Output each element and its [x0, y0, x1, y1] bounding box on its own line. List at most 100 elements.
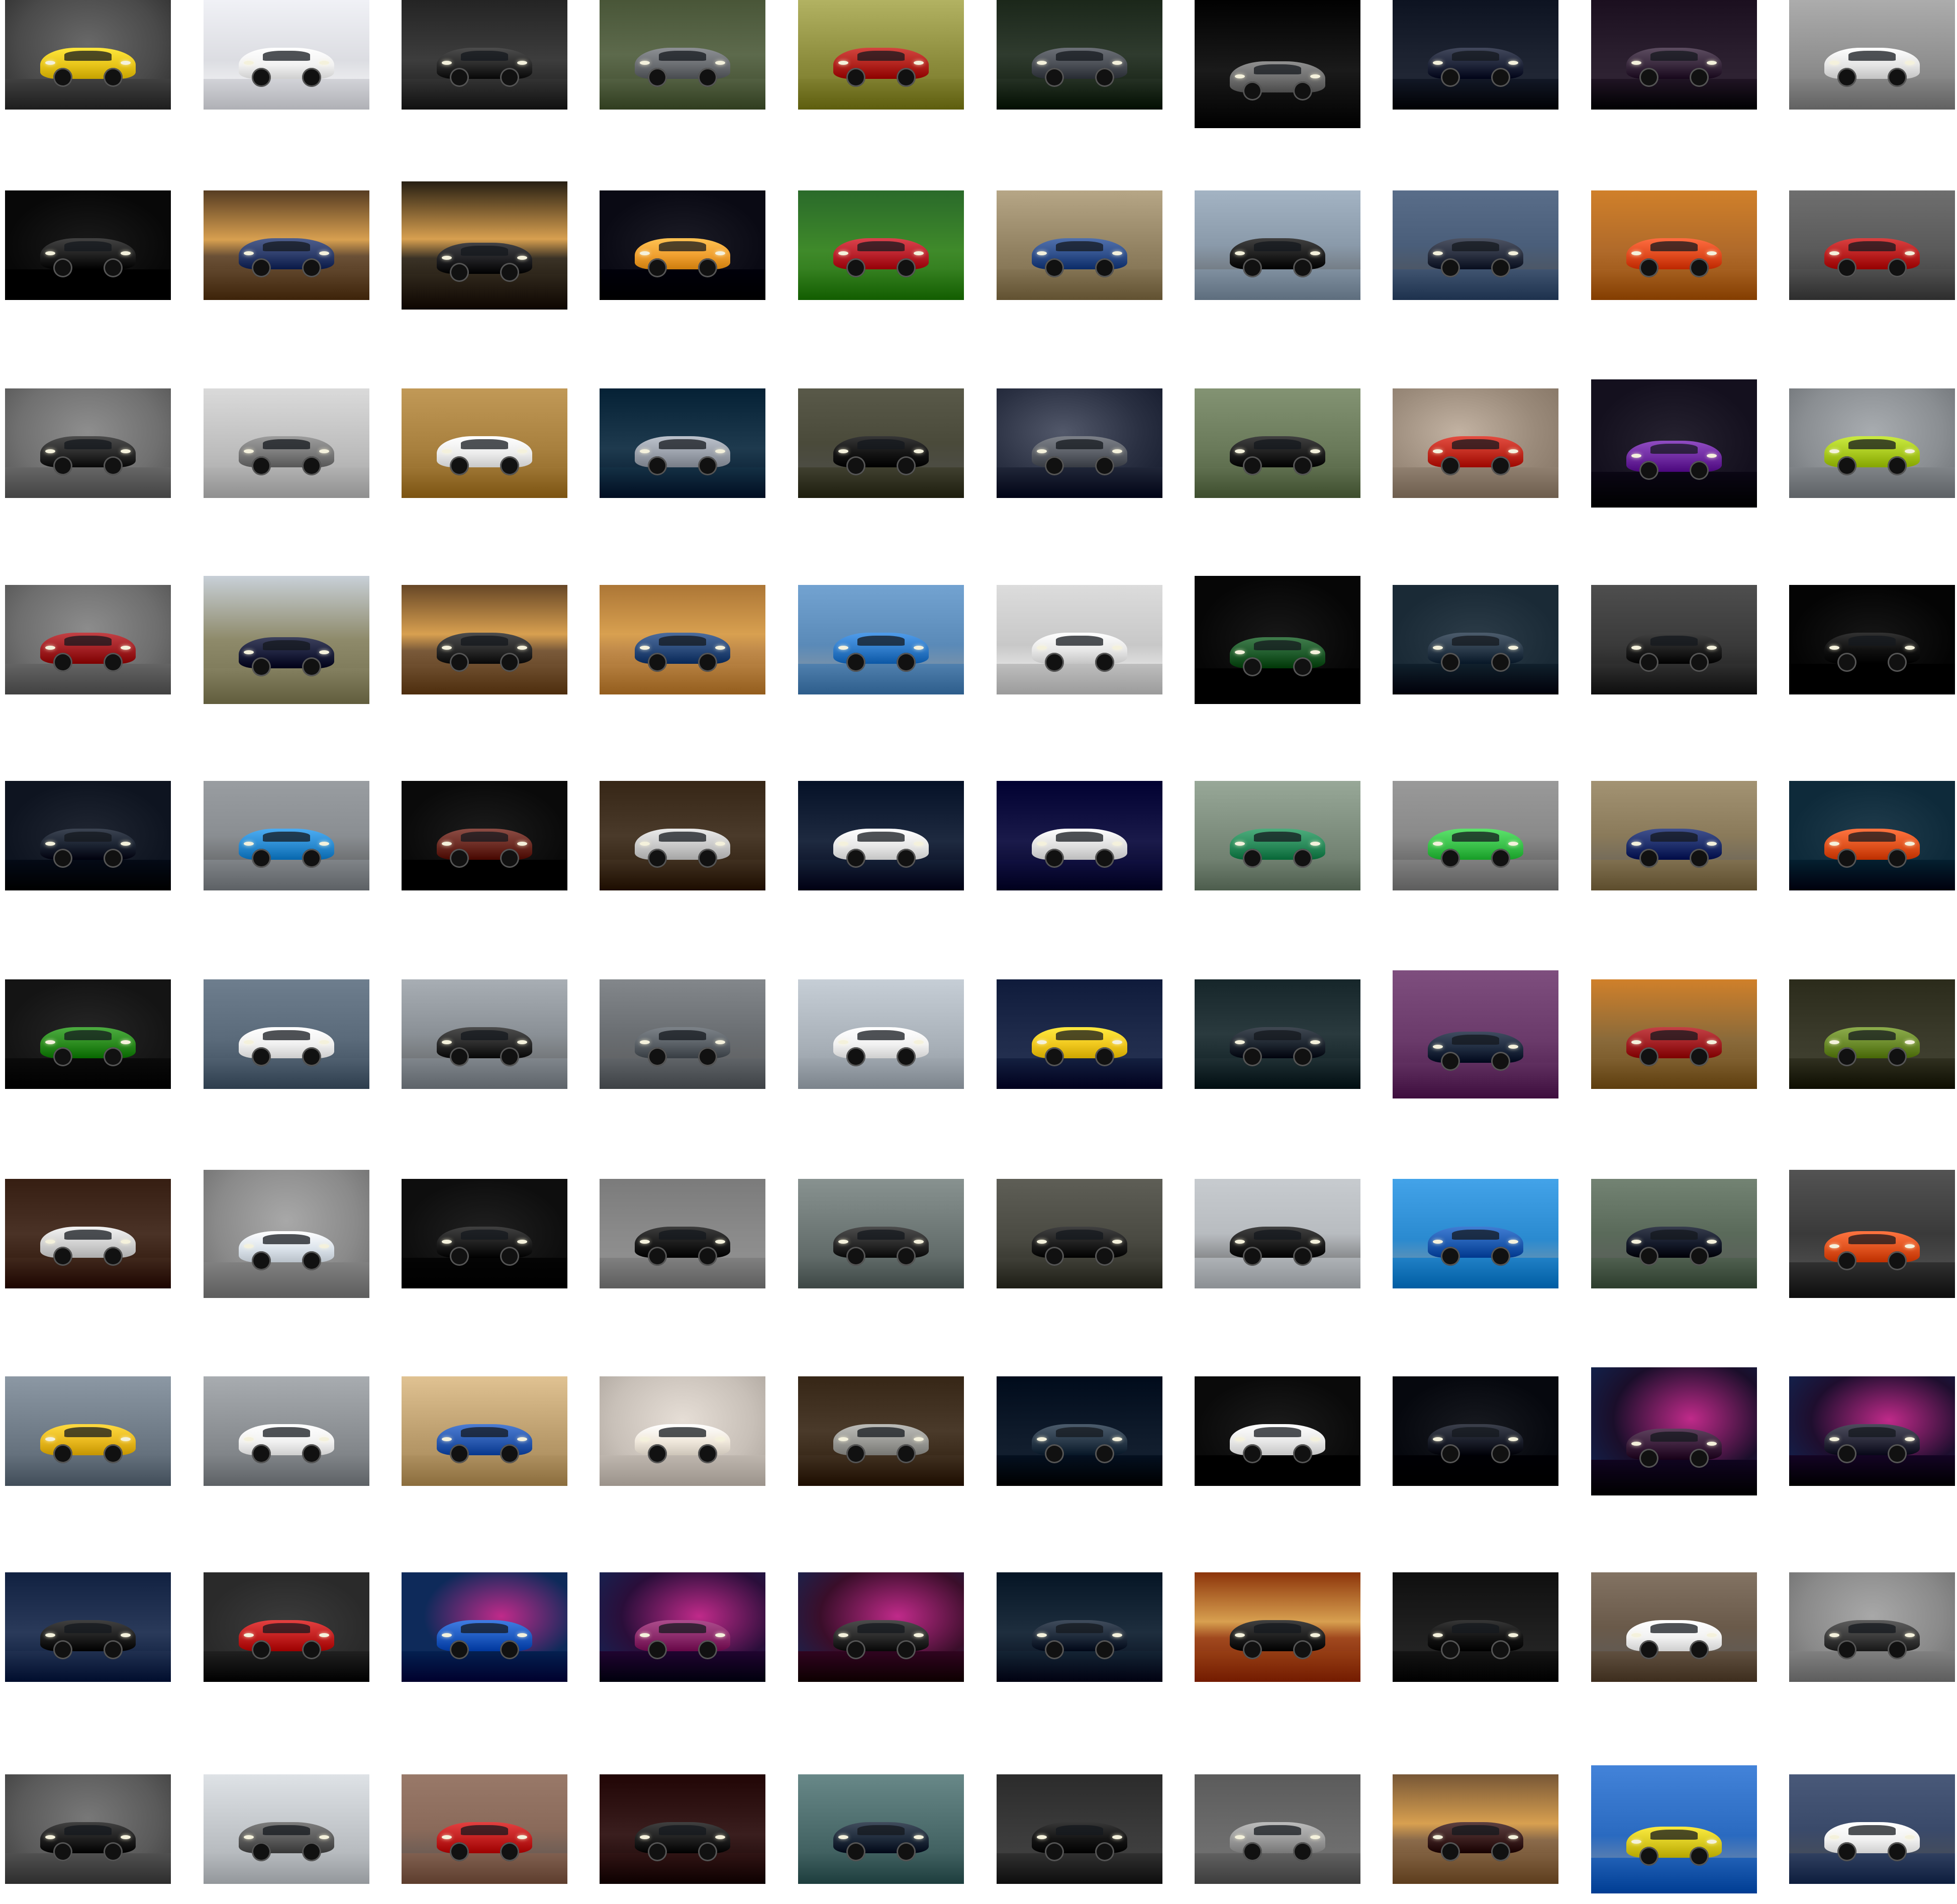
car-thumbnail[interactable]: [997, 781, 1162, 890]
car-thumbnail[interactable]: [5, 1774, 171, 1884]
car-thumbnail[interactable]: [997, 388, 1162, 498]
car-thumbnail[interactable]: [402, 781, 567, 890]
car-thumbnail[interactable]: [402, 388, 567, 498]
car-thumbnail[interactable]: [1393, 781, 1558, 890]
car-thumbnail[interactable]: [798, 0, 964, 110]
car-thumbnail[interactable]: [1393, 388, 1558, 498]
car-thumbnail[interactable]: [600, 1179, 765, 1288]
car-thumbnail[interactable]: [5, 388, 171, 498]
car-thumbnail[interactable]: [798, 1774, 964, 1884]
car-thumbnail[interactable]: [600, 1376, 765, 1486]
car-thumbnail[interactable]: [204, 1170, 369, 1298]
car-thumbnail[interactable]: [1195, 1774, 1360, 1884]
car-thumbnail[interactable]: [1195, 1572, 1360, 1682]
car-thumbnail[interactable]: [402, 585, 567, 694]
car-thumbnail[interactable]: [1789, 1170, 1955, 1298]
car-thumbnail[interactable]: [1195, 1376, 1360, 1486]
car-thumbnail[interactable]: [402, 979, 567, 1089]
car-thumbnail[interactable]: [1393, 1376, 1558, 1486]
car-thumbnail[interactable]: [1195, 388, 1360, 498]
car-thumbnail[interactable]: [600, 0, 765, 110]
car-thumbnail[interactable]: [798, 979, 964, 1089]
car-thumbnail[interactable]: [997, 1179, 1162, 1288]
car-thumbnail[interactable]: [1789, 388, 1955, 498]
car-thumbnail[interactable]: [997, 190, 1162, 300]
car-thumbnail[interactable]: [1393, 1774, 1558, 1884]
car-thumbnail[interactable]: [204, 576, 369, 704]
car-thumbnail[interactable]: [600, 1774, 765, 1884]
car-thumbnail[interactable]: [204, 1572, 369, 1682]
car-thumbnail[interactable]: [1195, 190, 1360, 300]
car-thumbnail[interactable]: [1591, 1179, 1757, 1288]
car-thumbnail[interactable]: [798, 388, 964, 498]
car-thumbnail[interactable]: [1789, 979, 1955, 1089]
car-thumbnail[interactable]: [1591, 1367, 1757, 1495]
car-thumbnail[interactable]: [1789, 1774, 1955, 1884]
car-thumbnail[interactable]: [1195, 781, 1360, 890]
car-thumbnail[interactable]: [5, 585, 171, 694]
car-thumbnail[interactable]: [997, 1376, 1162, 1486]
car-thumbnail[interactable]: [1789, 781, 1955, 890]
car-thumbnail[interactable]: [402, 0, 567, 110]
car-thumbnail[interactable]: [402, 1774, 567, 1884]
car-thumbnail[interactable]: [600, 190, 765, 300]
car-thumbnail[interactable]: [997, 1774, 1162, 1884]
car-thumbnail[interactable]: [1393, 585, 1558, 694]
car-thumbnail[interactable]: [5, 190, 171, 300]
car-thumbnail[interactable]: [5, 1376, 171, 1486]
car-thumbnail[interactable]: [204, 979, 369, 1089]
car-thumbnail[interactable]: [1393, 1572, 1558, 1682]
car-thumbnail[interactable]: [204, 0, 369, 110]
car-thumbnail[interactable]: [798, 1572, 964, 1682]
car-thumbnail[interactable]: [798, 585, 964, 694]
car-thumbnail[interactable]: [1789, 190, 1955, 300]
car-thumbnail[interactable]: [1195, 979, 1360, 1089]
car-thumbnail[interactable]: [1195, 0, 1360, 128]
car-thumbnail[interactable]: [600, 388, 765, 498]
car-thumbnail[interactable]: [1591, 781, 1757, 890]
car-thumbnail[interactable]: [997, 1572, 1162, 1682]
car-thumbnail[interactable]: [1789, 585, 1955, 694]
car-thumbnail[interactable]: [1591, 1765, 1757, 1893]
car-thumbnail[interactable]: [1591, 190, 1757, 300]
car-thumbnail[interactable]: [1195, 1179, 1360, 1288]
car-thumbnail[interactable]: [1591, 585, 1757, 694]
car-thumbnail[interactable]: [798, 781, 964, 890]
car-thumbnail[interactable]: [204, 1774, 369, 1884]
car-thumbnail[interactable]: [204, 388, 369, 498]
car-thumbnail[interactable]: [997, 0, 1162, 110]
car-thumbnail[interactable]: [5, 1572, 171, 1682]
car-thumbnail[interactable]: [204, 190, 369, 300]
car-thumbnail[interactable]: [1591, 379, 1757, 508]
car-thumbnail[interactable]: [600, 781, 765, 890]
car-thumbnail[interactable]: [798, 1179, 964, 1288]
car-thumbnail[interactable]: [204, 1376, 369, 1486]
car-thumbnail[interactable]: [5, 781, 171, 890]
car-thumbnail[interactable]: [402, 181, 567, 310]
car-thumbnail[interactable]: [1789, 0, 1955, 110]
car-thumbnail[interactable]: [1789, 1376, 1955, 1486]
car-thumbnail[interactable]: [402, 1179, 567, 1288]
car-thumbnail[interactable]: [600, 979, 765, 1089]
car-thumbnail[interactable]: [5, 979, 171, 1089]
car-thumbnail[interactable]: [1591, 1572, 1757, 1682]
car-thumbnail[interactable]: [600, 585, 765, 694]
car-thumbnail[interactable]: [1591, 979, 1757, 1089]
car-thumbnail[interactable]: [798, 1376, 964, 1486]
car-thumbnail[interactable]: [1393, 1179, 1558, 1288]
car-thumbnail[interactable]: [1591, 0, 1757, 110]
car-thumbnail[interactable]: [1789, 1572, 1955, 1682]
car-thumbnail[interactable]: [5, 0, 171, 110]
car-thumbnail[interactable]: [1393, 970, 1558, 1098]
car-thumbnail[interactable]: [600, 1572, 765, 1682]
car-thumbnail[interactable]: [402, 1572, 567, 1682]
car-thumbnail[interactable]: [997, 979, 1162, 1089]
car-thumbnail[interactable]: [5, 1179, 171, 1288]
car-thumbnail[interactable]: [1393, 190, 1558, 300]
car-thumbnail[interactable]: [1195, 576, 1360, 704]
car-thumbnail[interactable]: [402, 1376, 567, 1486]
car-thumbnail[interactable]: [798, 190, 964, 300]
car-thumbnail[interactable]: [1393, 0, 1558, 110]
car-thumbnail[interactable]: [204, 781, 369, 890]
car-thumbnail[interactable]: [997, 585, 1162, 694]
